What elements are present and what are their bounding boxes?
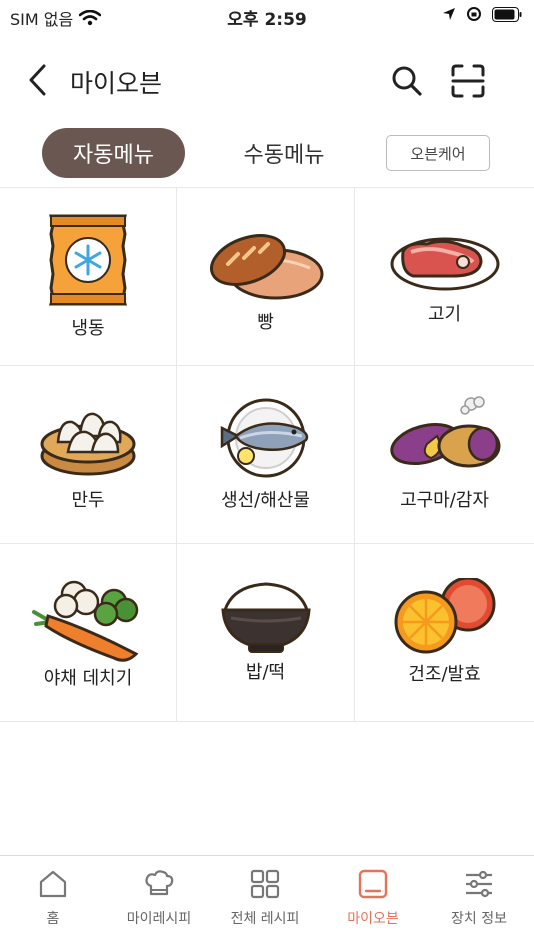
menu-item-label: 밥/떡 (245, 662, 286, 683)
battery-icon (492, 6, 522, 22)
frozen-bag-icon (48, 214, 128, 306)
back-arrow-icon[interactable] (24, 62, 56, 98)
header: 마이오븐 (0, 50, 534, 110)
search-icon[interactable] (390, 64, 424, 98)
nav-label: 장치 정보 (451, 911, 507, 927)
nav-all-recipes[interactable]: 전체 레시피 (212, 868, 318, 928)
status-bar: SIM 없음 오후 2:59 (0, 0, 534, 32)
menu-tabs: 자동메뉴 수동메뉴 오븐케어 (0, 128, 534, 180)
nav-my-oven[interactable]: 마이오븐 (320, 868, 426, 928)
chef-hat-icon (145, 870, 174, 896)
menu-item-label: 만두 (71, 490, 105, 511)
menu-item-meat[interactable]: 고기 (355, 188, 534, 366)
oven-icon (358, 869, 388, 899)
nav-label: 홈 (46, 911, 60, 927)
menu-item-dumpling[interactable]: 만두 (0, 366, 177, 544)
tab-auto-menu[interactable]: 자동메뉴 (42, 128, 185, 178)
bread-icon (209, 234, 323, 300)
rotation-lock-icon (467, 7, 481, 21)
nav-label: 마이레시피 (126, 911, 192, 927)
menu-item-rice[interactable]: 밥/떡 (177, 544, 355, 722)
rice-bowl-icon (220, 582, 311, 653)
menu-item-dried[interactable]: 건조/발효 (355, 544, 534, 722)
sliders-icon (466, 870, 492, 898)
status-right (442, 6, 522, 22)
tab-manual-menu[interactable]: 수동메뉴 (222, 128, 346, 178)
menu-item-label: 건조/발효 (408, 664, 481, 685)
location-arrow-icon (443, 8, 455, 20)
menu-item-vegetables[interactable]: 야채 데치기 (0, 544, 177, 722)
meat-icon (390, 237, 499, 291)
scan-icon[interactable] (450, 63, 486, 99)
nav-home[interactable]: 홈 (0, 868, 106, 928)
sweet-potato-icon (389, 396, 500, 468)
nav-my-recipe[interactable]: 마이레시피 (106, 868, 212, 928)
menu-item-fish[interactable]: 생선/해산물 (177, 366, 355, 544)
fish-icon (220, 398, 308, 478)
auto-menu-grid: 냉동 빵 고기 만두 생선/해산물 고구마/감자 야채 데치기 밥/떡 건조/발… (0, 187, 534, 722)
menu-item-label: 냉동 (71, 318, 105, 339)
menu-item-label: 빵 (257, 312, 274, 333)
menu-item-label: 고기 (427, 304, 462, 325)
oven-care-button[interactable]: 오븐케어 (386, 135, 490, 171)
vegetables-icon (32, 580, 139, 662)
menu-item-label: 생선/해산물 (221, 490, 310, 511)
page-title: 마이오븐 (70, 69, 163, 98)
nav-label: 마이오븐 (347, 911, 399, 927)
menu-item-label: 야채 데치기 (43, 668, 133, 689)
dumpling-icon (40, 412, 136, 476)
menu-item-frozen[interactable]: 냉동 (0, 188, 177, 366)
menu-item-bread[interactable]: 빵 (177, 188, 355, 366)
nav-label: 전체 레시피 (230, 911, 300, 927)
dried-orange-icon (394, 578, 495, 654)
bottom-nav: 홈 마이레시피 전체 레시피 마이오븐 장치 정보 (0, 855, 534, 951)
menu-item-label: 고구마/감자 (400, 490, 489, 511)
nav-device-info[interactable]: 장치 정보 (426, 868, 532, 928)
grid-icon (250, 869, 280, 899)
menu-item-sweet-potato[interactable]: 고구마/감자 (355, 366, 534, 544)
home-icon (39, 870, 67, 898)
